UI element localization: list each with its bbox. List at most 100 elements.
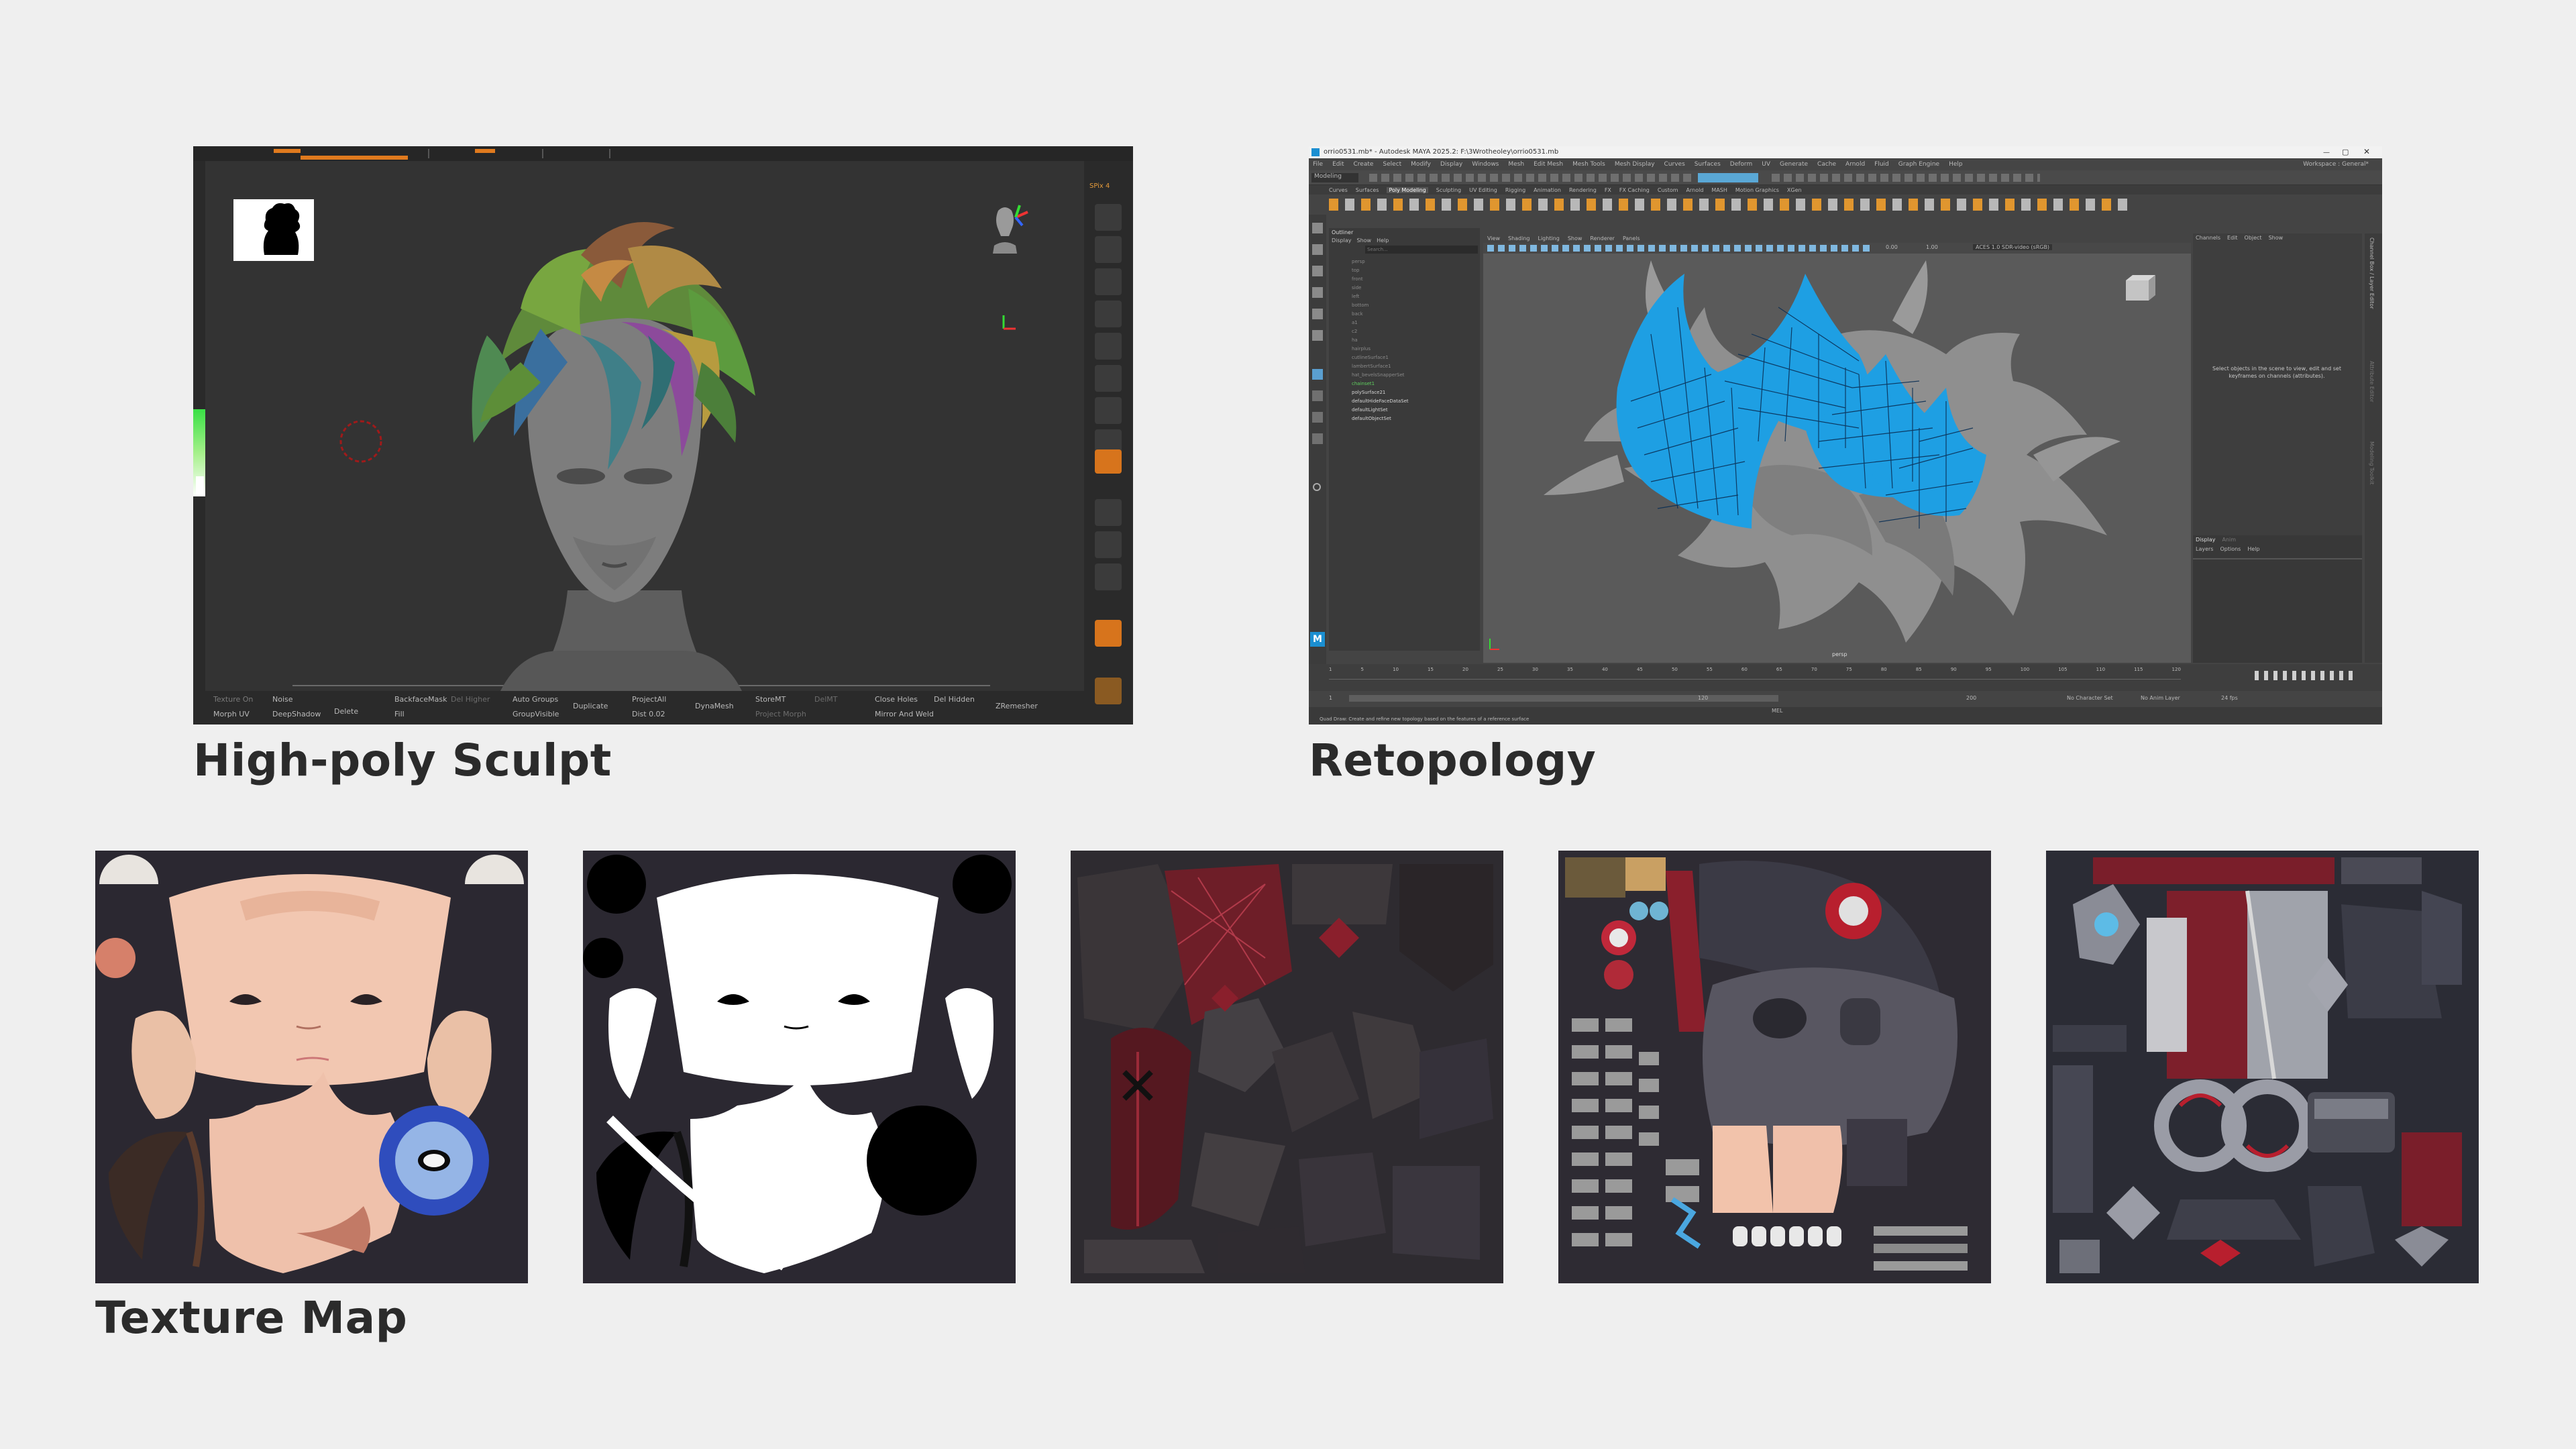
menu-file[interactable]: File — [1313, 161, 1323, 168]
scale-tool-icon[interactable] — [1312, 330, 1323, 341]
del-hidden-button[interactable]: Del Hidden — [934, 695, 975, 704]
layout-outliner-icon[interactable] — [1312, 433, 1323, 444]
shelf-tab-mash[interactable]: MASH — [1711, 187, 1727, 193]
outliner-item[interactable]: defaultObjectSet — [1332, 415, 1477, 423]
outliner-item[interactable]: left — [1332, 292, 1477, 301]
project-all-button[interactable]: ProjectAll — [632, 695, 666, 704]
outliner-item[interactable]: side — [1332, 284, 1477, 292]
menu-cache[interactable]: Cache — [1817, 161, 1836, 168]
outliner-item[interactable]: cutlineSurface1 — [1332, 354, 1477, 362]
local-button[interactable] — [1095, 397, 1122, 424]
delete-button[interactable]: Delete — [334, 707, 358, 716]
outliner-item[interactable]: chainset1 — [1332, 380, 1477, 388]
maya-viewport[interactable]: View Shading Lighting Show Renderer Pane… — [1483, 233, 2191, 663]
persp-button[interactable] — [1095, 333, 1122, 360]
menu-fluid[interactable]: Fluid — [1874, 161, 1889, 168]
viewport-num1[interactable]: 0.00 — [1886, 244, 1898, 250]
menu-mesh-display[interactable]: Mesh Display — [1615, 161, 1655, 168]
outliner-item[interactable]: defaultLightSet — [1332, 406, 1477, 415]
outliner-item[interactable]: a1 — [1332, 319, 1477, 327]
close-button[interactable]: ✕ — [2363, 147, 2370, 156]
fps-selector[interactable]: 24 fps — [2221, 695, 2238, 701]
polyf-button[interactable] — [1095, 620, 1122, 647]
shelf-tab-poly-modeling[interactable]: Poly Modeling — [1387, 186, 1428, 193]
shelf-tab-arnold[interactable]: Arnold — [1686, 187, 1704, 193]
rotate-tool-icon[interactable] — [1312, 309, 1323, 319]
outliner-item[interactable]: hat_bevelsSnapperSet — [1332, 371, 1477, 380]
outliner-menu-show[interactable]: Show — [1357, 237, 1372, 244]
floor-button[interactable] — [1095, 365, 1122, 392]
shelf-tab-curves[interactable]: Curves — [1329, 187, 1348, 193]
actual-button[interactable] — [1095, 268, 1122, 295]
symmetry-field[interactable] — [1698, 173, 1758, 182]
layout-four-icon[interactable] — [1312, 390, 1323, 401]
menu-display[interactable]: Display — [1440, 161, 1462, 168]
outliner-item[interactable]: back — [1332, 310, 1477, 319]
menu-select[interactable]: Select — [1383, 161, 1401, 168]
del-mt-button[interactable]: DelMT — [814, 695, 838, 704]
auto-groups-button[interactable]: Auto Groups — [513, 695, 558, 704]
minimize-button[interactable]: — — [2323, 149, 2330, 156]
color-space-selector[interactable]: ACES 1.0 SDR-video (sRGB) — [1973, 244, 2053, 250]
outliner-item[interactable]: persp — [1332, 258, 1477, 266]
select-tool-icon[interactable] — [1312, 223, 1323, 233]
maximize-button[interactable]: ▢ — [2342, 148, 2349, 156]
range-start[interactable]: 1 — [1329, 695, 1332, 701]
menu-mesh[interactable]: Mesh — [1508, 161, 1524, 168]
channel-tab-edit[interactable]: Edit — [2227, 235, 2238, 241]
viewport-menu-show[interactable]: Show — [1568, 235, 1582, 241]
range-end[interactable]: 120 — [1698, 695, 1708, 701]
layer-tab-display[interactable]: Display — [2196, 537, 2216, 543]
shelf-tab-fx[interactable]: FX — [1605, 187, 1611, 193]
texture-on-button[interactable]: Texture On — [213, 695, 253, 704]
project-morph-button[interactable]: Project Morph — [755, 710, 806, 718]
menu-arnold[interactable]: Arnold — [1845, 161, 1865, 168]
outliner-item[interactable]: bottom — [1332, 301, 1477, 310]
character-set-selector[interactable]: No Character Set — [2067, 695, 2113, 701]
side-tab-attribute-editor[interactable]: Attribute Editor — [2369, 361, 2375, 402]
layer-menu-options[interactable]: Options — [2220, 546, 2241, 552]
outliner-item[interactable]: c2 — [1332, 327, 1477, 336]
shelf-tab-xgen[interactable]: XGen — [1787, 187, 1802, 193]
outliner-menu-help[interactable]: Help — [1377, 237, 1389, 244]
menu-deform[interactable]: Deform — [1730, 161, 1752, 168]
move-button[interactable] — [1095, 531, 1122, 558]
shelf-tab-surfaces[interactable]: Surfaces — [1356, 187, 1379, 193]
shelf-tab-animation[interactable]: Animation — [1534, 187, 1561, 193]
noise-button[interactable]: Noise — [272, 695, 293, 704]
shelf-tab-custom[interactable]: Custom — [1658, 187, 1678, 193]
close-holes-button[interactable]: Close Holes — [875, 695, 918, 704]
shelf-tab-rendering[interactable]: Rendering — [1569, 187, 1597, 193]
bust-navigation-icon[interactable] — [993, 205, 1028, 254]
search-icon[interactable] — [1313, 483, 1321, 491]
lasso-tool-icon[interactable] — [1312, 244, 1323, 255]
zoom-button[interactable] — [1095, 236, 1122, 263]
viewport-menu-panels[interactable]: Panels — [1623, 235, 1640, 241]
menu-surfaces[interactable]: Surfaces — [1695, 161, 1721, 168]
menu-edit-mesh[interactable]: Edit Mesh — [1534, 161, 1563, 168]
shelf-tab-uv-editing[interactable]: UV Editing — [1469, 187, 1497, 193]
outliner-item[interactable]: polySurface21 — [1332, 388, 1477, 397]
backface-mask-button[interactable]: BackfaceMask — [394, 695, 447, 704]
mirror-weld-button[interactable]: Mirror And Weld — [875, 710, 934, 718]
del-higher-button[interactable]: Del Higher — [451, 695, 490, 704]
move-tool-icon[interactable] — [1312, 287, 1323, 298]
menu-windows[interactable]: Windows — [1472, 161, 1499, 168]
menu-help[interactable]: Help — [1949, 161, 1963, 168]
aahalf-button[interactable] — [1095, 301, 1122, 327]
menu-curves[interactable]: Curves — [1664, 161, 1685, 168]
scroll-button[interactable] — [1095, 204, 1122, 231]
dynamesh-button[interactable]: DynaMesh — [695, 702, 734, 710]
menu-mesh-tools[interactable]: Mesh Tools — [1572, 161, 1605, 168]
range-slider[interactable]: 1 120 200 No Character Set No Anim Layer… — [1309, 691, 2382, 707]
zbrush-viewport[interactable] — [205, 161, 1084, 691]
outliner-item[interactable]: lambertSurface1 — [1332, 362, 1477, 371]
layout-two-icon[interactable] — [1312, 412, 1323, 423]
viewport-menu-lighting[interactable]: Lighting — [1538, 235, 1559, 241]
scale-button[interactable] — [1095, 564, 1122, 590]
outliner-item[interactable]: hairplus — [1332, 345, 1477, 354]
menu-modify[interactable]: Modify — [1411, 161, 1431, 168]
menu-generate[interactable]: Generate — [1780, 161, 1808, 168]
outliner-item[interactable]: defaultHideFaceDataSet — [1332, 397, 1477, 406]
paint-tool-icon[interactable] — [1312, 266, 1323, 276]
